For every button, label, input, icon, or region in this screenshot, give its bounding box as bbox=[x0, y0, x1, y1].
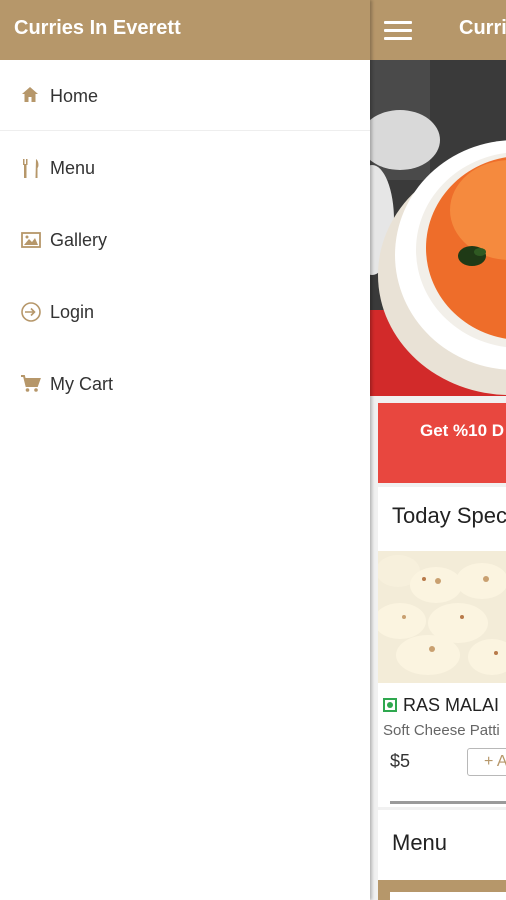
fork-knife-icon bbox=[20, 157, 42, 179]
drawer-header: Curries In Everett bbox=[0, 0, 370, 60]
menu-section-title: Menu bbox=[392, 830, 448, 855]
nav-item-label: Gallery bbox=[50, 230, 108, 250]
curry-bowl-image bbox=[370, 60, 506, 396]
app-title: Curri bbox=[459, 17, 506, 39]
ras-malai-image[interactable] bbox=[378, 551, 506, 683]
nav-item-label: Menu bbox=[50, 158, 96, 178]
promo-banner[interactable]: Get %10 D bbox=[378, 403, 506, 483]
nav-item-login[interactable]: Login bbox=[0, 277, 370, 347]
drawer-title: Curries In Everett bbox=[14, 17, 181, 39]
special-item-description: Soft Cheese Patti bbox=[383, 722, 500, 739]
home-icon bbox=[20, 85, 42, 107]
nav-item-gallery[interactable]: Gallery bbox=[0, 205, 370, 275]
card-divider bbox=[390, 801, 506, 804]
navigation-drawer: Curries In Everett Home Menu Gallery Log… bbox=[0, 0, 370, 900]
nav-item-my-cart[interactable]: My Cart bbox=[0, 349, 370, 419]
nav-item-menu[interactable]: Menu bbox=[0, 133, 370, 203]
login-icon bbox=[20, 301, 42, 323]
nav-item-label: Login bbox=[50, 302, 95, 322]
add-to-cart-button[interactable]: + A bbox=[467, 748, 506, 776]
app-main-screen: Curri Get %10 D Today Spec RAS MALAI Sof… bbox=[370, 0, 506, 900]
today-special-card: Today Spec RAS MALAI Soft Cheese Patti $… bbox=[378, 487, 506, 807]
menu-category-strip[interactable] bbox=[378, 880, 506, 900]
veg-indicator-icon bbox=[383, 698, 397, 712]
hamburger-menu-icon[interactable] bbox=[384, 18, 414, 42]
nav-item-label: Home bbox=[50, 86, 99, 106]
special-item-name: RAS MALAI bbox=[403, 695, 500, 715]
hero-image bbox=[370, 60, 506, 396]
nav-item-home[interactable]: Home bbox=[0, 61, 370, 131]
promo-text: Get %10 D bbox=[420, 421, 505, 440]
menu-section: Menu bbox=[378, 810, 506, 900]
nav-item-label: My Cart bbox=[50, 374, 113, 394]
special-item-price: $5 bbox=[390, 751, 411, 771]
cart-icon bbox=[20, 373, 42, 395]
today-special-title: Today Spec bbox=[392, 503, 506, 528]
image-icon bbox=[20, 229, 42, 251]
app-header: Curri bbox=[370, 0, 506, 60]
